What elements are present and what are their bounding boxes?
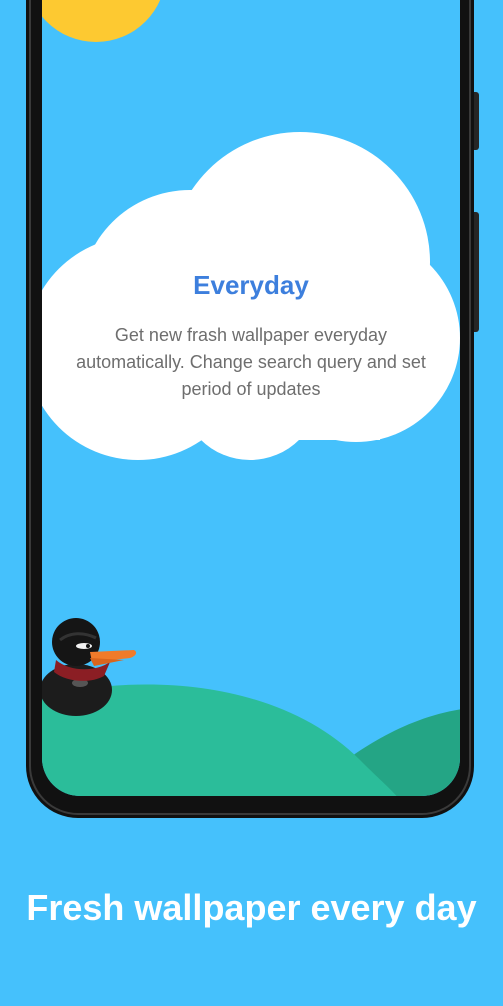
onboarding-card: Everyday Get new frash wallpaper everyda… [70, 268, 432, 403]
onboarding-title: Everyday [193, 270, 309, 300]
onboarding-description: Get new frash wallpaper everyday automat… [76, 325, 426, 399]
promo-caption: Fresh wallpaper every day [26, 887, 477, 928]
phone-mockup [26, 0, 479, 818]
app-store-screenshot: Everyday Get new frash wallpaper everyda… [0, 0, 503, 1006]
